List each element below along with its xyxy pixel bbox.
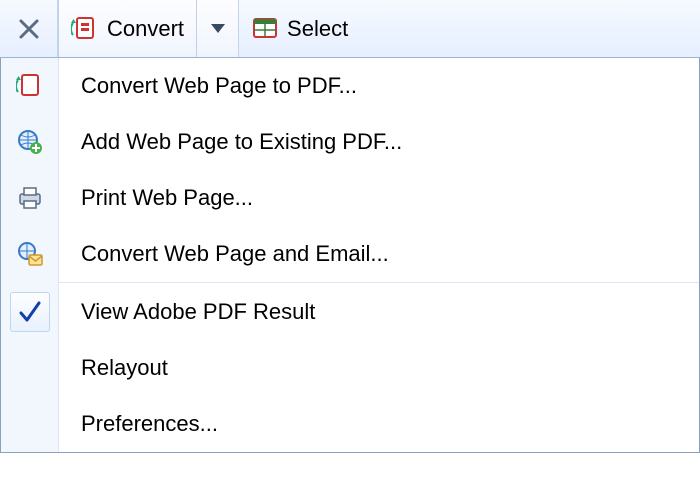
globe-add-icon	[16, 128, 44, 156]
menu-item-add-to-existing-pdf[interactable]: Add Web Page to Existing PDF...	[1, 114, 699, 170]
menu-item-label: Relayout	[59, 355, 168, 381]
icon-gutter	[1, 284, 59, 340]
menu-item-label: Convert Web Page to PDF...	[59, 73, 357, 99]
convert-dropdown-button[interactable]	[197, 0, 239, 57]
close-icon	[18, 18, 40, 40]
menu-item-label: Print Web Page...	[59, 185, 253, 211]
menu-item-label: Add Web Page to Existing PDF...	[59, 129, 402, 155]
close-button[interactable]	[0, 0, 58, 57]
icon-gutter	[1, 58, 59, 114]
pdf-convert-icon	[71, 15, 99, 43]
select-table-icon	[251, 15, 279, 43]
pdf-convert-icon	[16, 72, 44, 100]
convert-button[interactable]: Convert	[58, 0, 197, 57]
menu-separator	[1, 282, 699, 284]
toolbar: Convert Select	[0, 0, 700, 58]
icon-gutter	[1, 396, 59, 452]
icon-gutter	[1, 114, 59, 170]
menu-item-convert-to-pdf[interactable]: Convert Web Page to PDF...	[1, 58, 699, 114]
menu-item-label: Preferences...	[59, 411, 218, 437]
menu-item-label: View Adobe PDF Result	[59, 299, 315, 325]
select-button[interactable]: Select	[239, 0, 360, 57]
convert-dropdown-menu: Convert Web Page to PDF... Add Web Page …	[0, 58, 700, 453]
menu-item-preferences[interactable]: Preferences...	[1, 396, 699, 452]
globe-mail-icon	[16, 240, 44, 268]
menu-item-relayout[interactable]: Relayout	[1, 340, 699, 396]
menu-item-print-web-page[interactable]: Print Web Page...	[1, 170, 699, 226]
menu-item-view-result[interactable]: View Adobe PDF Result	[1, 284, 699, 340]
menu-item-convert-and-email[interactable]: Convert Web Page and Email...	[1, 226, 699, 282]
menu-item-label: Convert Web Page and Email...	[59, 241, 389, 267]
printer-icon	[16, 184, 44, 212]
select-label: Select	[287, 16, 348, 42]
icon-gutter	[1, 170, 59, 226]
convert-label: Convert	[107, 16, 184, 42]
icon-gutter	[1, 340, 59, 396]
icon-gutter	[1, 226, 59, 282]
check-icon	[10, 292, 50, 332]
chevron-down-icon	[211, 24, 225, 34]
